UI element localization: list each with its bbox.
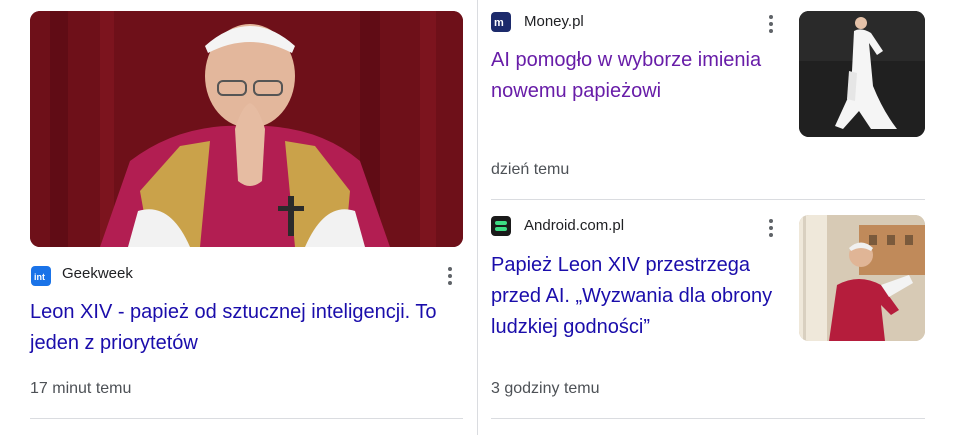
news-card-2-image[interactable] <box>799 11 925 137</box>
more-options-icon[interactable] <box>765 13 777 35</box>
news-card-1-image[interactable] <box>30 11 463 247</box>
timestamp: 17 minut temu <box>30 380 132 397</box>
card-divider <box>30 418 463 419</box>
source-name: Money.pl <box>524 13 584 30</box>
source-name: Android.com.pl <box>524 217 625 234</box>
money-pl-logo-icon: m <box>491 12 511 32</box>
news-card-3-image[interactable] <box>799 215 925 341</box>
more-options-icon[interactable] <box>765 217 777 239</box>
svg-text:m: m <box>494 17 504 27</box>
card-divider <box>491 199 925 200</box>
news-card-3-title[interactable]: Papież Leon XIV przestrzega przed AI. „W… <box>491 250 791 343</box>
timestamp: 3 godziny temu <box>491 380 600 397</box>
svg-text:int: int <box>34 272 45 281</box>
timestamp: dzień temu <box>491 161 570 178</box>
news-card-1-title[interactable]: Leon XIV - papież od sztucznej inteligen… <box>30 297 460 359</box>
geekweek-logo-icon: int <box>31 266 51 286</box>
news-card-2-title[interactable]: AI pomogło w wyborze imienia nowemu papi… <box>491 45 771 107</box>
column-divider <box>477 0 478 435</box>
android-com-pl-logo-icon <box>491 216 511 236</box>
card-divider <box>491 418 925 419</box>
more-options-icon[interactable] <box>444 265 456 287</box>
source-name: Geekweek <box>62 265 133 282</box>
